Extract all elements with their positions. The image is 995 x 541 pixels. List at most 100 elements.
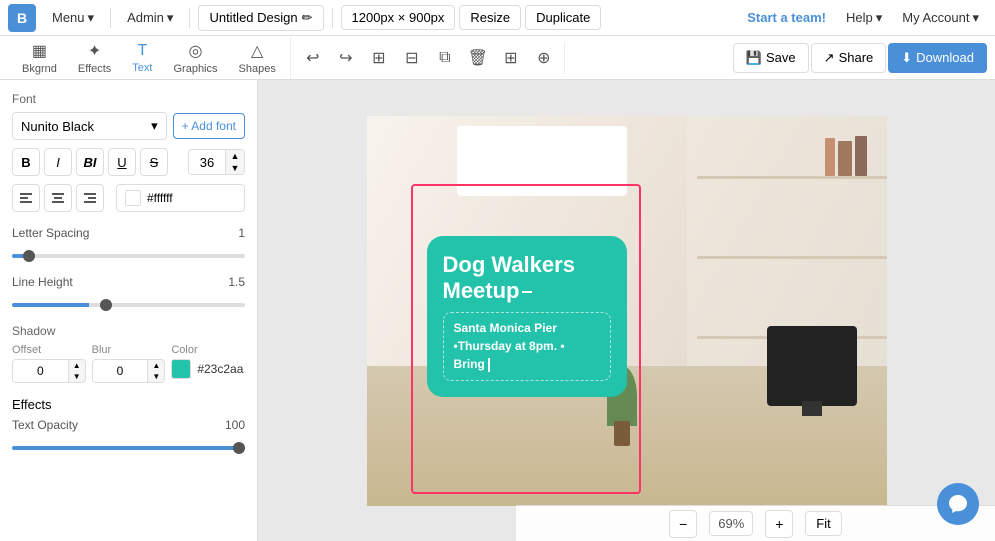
offset-down[interactable]: ▼ xyxy=(69,371,85,382)
font-size-down-button[interactable]: ▼ xyxy=(226,162,244,174)
tool-tabs: ▦ Bkgrnd ✦ Effects T Text ◎ Graphics △ S… xyxy=(8,37,291,79)
bold-italic-button[interactable]: BI xyxy=(76,148,104,176)
resize-button[interactable]: Resize xyxy=(459,5,521,30)
shadow-blur-field: Blur ▲ ▼ xyxy=(92,344,166,383)
share-icon: ↗ xyxy=(824,50,835,66)
fit-button[interactable]: Fit xyxy=(805,511,841,536)
align-left-button[interactable] xyxy=(12,184,40,212)
chat-bubble[interactable] xyxy=(937,483,979,525)
offset-label: Offset xyxy=(12,344,86,356)
delete-button[interactable]: 🗑 xyxy=(462,42,494,74)
opacity-slider[interactable] xyxy=(12,446,245,450)
line-height-slider[interactable] xyxy=(12,303,245,307)
share-button[interactable]: ↗ Share xyxy=(811,43,887,73)
magnet-button[interactable]: ⊕ xyxy=(528,42,560,74)
start-team-button[interactable]: Start a team! xyxy=(739,6,834,29)
underline-button[interactable]: U xyxy=(108,148,136,176)
white-box xyxy=(457,126,627,196)
letter-spacing-row: Letter Spacing 1 xyxy=(12,226,245,240)
tab-text[interactable]: T Text xyxy=(122,38,162,78)
card-line2: •Thursday at 8pm. • xyxy=(454,339,600,353)
undo-button[interactable]: ↩ xyxy=(297,42,329,74)
blur-input-group: ▲ ▼ xyxy=(92,359,166,383)
shelf-1 xyxy=(697,176,887,179)
shadow-color-swatch[interactable] xyxy=(171,359,191,379)
text-opacity-value: 100 xyxy=(225,418,245,432)
save-icon: 💾 xyxy=(746,50,762,66)
bkgrnd-icon: ▦ xyxy=(32,41,47,61)
copy-style-button[interactable]: ⊞ xyxy=(363,42,395,74)
format-row: B I BI U S 36 ▲ ▼ xyxy=(12,148,245,176)
align-center-button[interactable] xyxy=(44,184,72,212)
color-box[interactable]: #ffffff xyxy=(116,184,245,212)
canvas-bottom-bar: − 69% + Fit xyxy=(516,505,995,541)
card-line3: Bring xyxy=(454,357,600,372)
color-swatch xyxy=(125,190,141,206)
blur-input[interactable] xyxy=(93,360,148,382)
effects-row: Effects xyxy=(12,397,245,412)
canvas-wrapper: Dog Walkers Meetup Santa Monica Pier •Th… xyxy=(367,116,887,506)
tab-shapes[interactable]: △ Shapes xyxy=(229,37,286,79)
account-button[interactable]: My Account ▾ xyxy=(894,6,987,30)
letter-spacing-slider[interactable] xyxy=(12,254,245,258)
account-chevron-icon: ▾ xyxy=(972,10,979,26)
text-cursor xyxy=(488,358,490,372)
cursor xyxy=(522,291,532,293)
plant-pot xyxy=(614,421,630,446)
blur-label: Blur xyxy=(92,344,166,356)
book-1 xyxy=(855,136,867,176)
font-select[interactable]: Nunito Black ▾ xyxy=(12,112,167,140)
offset-input-group: ▲ ▼ xyxy=(12,359,86,383)
duplicate-button[interactable]: Duplicate xyxy=(525,5,601,30)
shadow-color-row: #23c2aa xyxy=(171,359,245,379)
blur-up[interactable]: ▲ xyxy=(148,360,164,371)
card-subtitle: Santa Monica Pier xyxy=(454,321,600,335)
paste-style-button[interactable]: ⊟ xyxy=(396,42,428,74)
canvas-size-button[interactable]: 1200px × 900px xyxy=(341,5,456,30)
admin-chevron-icon: ▾ xyxy=(167,10,174,26)
shadow-offset-field: Offset ▲ ▼ xyxy=(12,344,86,383)
redo-button[interactable]: ↪ xyxy=(330,42,362,74)
shelf-2 xyxy=(697,256,887,259)
tab-bkgrnd[interactable]: ▦ Bkgrnd xyxy=(12,37,67,79)
font-size-up-button[interactable]: ▲ xyxy=(226,150,244,162)
grid-button[interactable]: ⊞ xyxy=(495,42,527,74)
shadow-color-field: Color #23c2aa xyxy=(171,344,245,383)
strikethrough-button[interactable]: S xyxy=(140,148,168,176)
copy-button[interactable]: ⧉ xyxy=(429,42,461,74)
blur-down[interactable]: ▼ xyxy=(148,371,164,382)
offset-up[interactable]: ▲ xyxy=(69,360,85,371)
design-name-button[interactable]: Untitled Design ✏ xyxy=(198,5,323,31)
opacity-slider-container xyxy=(12,438,245,453)
text-opacity-label: Text Opacity xyxy=(12,418,78,432)
add-font-button[interactable]: + Add font xyxy=(173,113,245,139)
italic-button[interactable]: I xyxy=(44,148,72,176)
help-button[interactable]: Help ▾ xyxy=(838,6,890,30)
admin-button[interactable]: Admin ▾ xyxy=(119,6,181,30)
align-right-button[interactable] xyxy=(76,184,104,212)
download-button[interactable]: ⬇ Download xyxy=(888,43,987,73)
help-chevron-icon: ▾ xyxy=(876,10,883,26)
card-title: Dog Walkers Meetup xyxy=(443,252,611,305)
zoom-level[interactable]: 69% xyxy=(709,511,753,536)
tab-graphics[interactable]: ◎ Graphics xyxy=(163,37,227,79)
offset-input[interactable] xyxy=(13,360,68,382)
card-subtitle-box: Santa Monica Pier •Thursday at 8pm. • Br… xyxy=(443,312,611,381)
blur-spinners: ▲ ▼ xyxy=(147,360,164,382)
bold-button[interactable]: B xyxy=(12,148,40,176)
book-2 xyxy=(838,141,852,176)
effects-icon: ✦ xyxy=(88,41,101,61)
menu-button[interactable]: Menu ▾ xyxy=(44,6,102,30)
left-panel: Font Nunito Black ▾ + Add font B I xyxy=(0,80,258,541)
teal-card[interactable]: Dog Walkers Meetup Santa Monica Pier •Th… xyxy=(427,236,627,398)
zoom-in-button[interactable]: + xyxy=(765,510,793,538)
top-navigation: B Menu ▾ Admin ▾ Untitled Design ✏ 1200p… xyxy=(0,0,995,36)
font-size-input[interactable]: 36 xyxy=(189,151,225,174)
tab-effects[interactable]: ✦ Effects xyxy=(68,37,121,79)
font-section: Font Nunito Black ▾ + Add font B I xyxy=(12,92,245,212)
text-icon: T xyxy=(138,42,148,60)
save-button[interactable]: 💾 Save xyxy=(733,43,809,73)
nav-divider-3 xyxy=(332,8,333,28)
zoom-out-button[interactable]: − xyxy=(669,510,697,538)
main-toolbar: ▦ Bkgrnd ✦ Effects T Text ◎ Graphics △ S… xyxy=(0,36,995,80)
